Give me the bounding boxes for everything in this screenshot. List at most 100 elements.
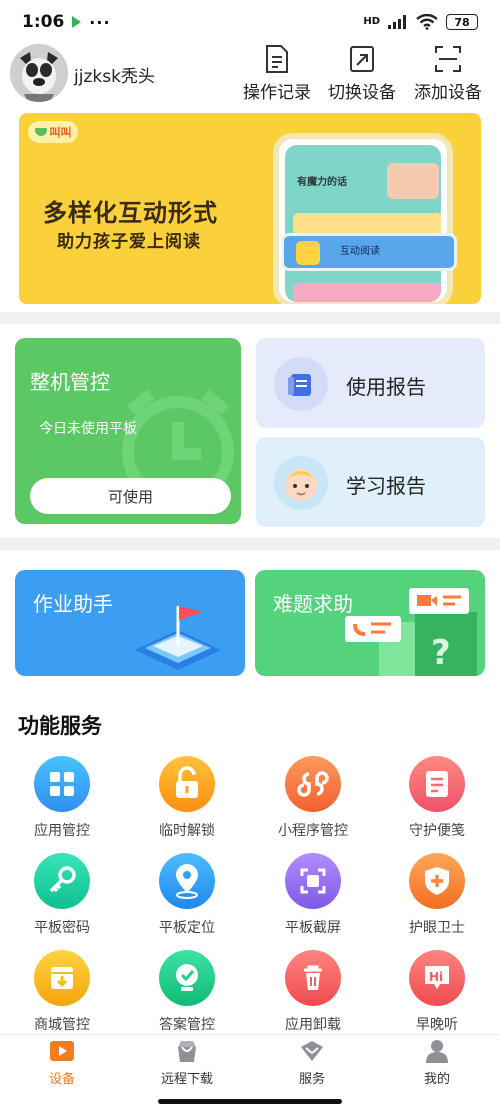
service-label: 平板截屏 — [285, 920, 341, 936]
switch-device-button[interactable]: 切换设备 — [323, 44, 401, 103]
status-time: 1:06 — [22, 12, 65, 32]
section-divider — [0, 312, 500, 324]
video-call-question-icon: ? — [345, 588, 477, 676]
service-tablet-location[interactable]: 平板定位 — [132, 853, 242, 937]
device-control-card[interactable]: 整机管控 今日未使用平板 可使用 — [15, 338, 241, 524]
service-label: 守护便笺 — [409, 823, 465, 839]
shield-plus-icon — [409, 853, 465, 909]
tab-label: 我的 — [423, 1072, 450, 1087]
store-download-icon — [34, 950, 90, 1006]
signal-icon — [388, 15, 406, 29]
phone-card-label: 互动阅读 — [340, 246, 380, 257]
operation-log-label: 操作记录 — [243, 83, 311, 103]
tab-remote-download[interactable]: 远程下载 — [137, 1039, 237, 1087]
phone-card-pink — [293, 283, 441, 302]
phone-screen: 有魔力的话 — [285, 145, 441, 302]
play-store-icon — [72, 16, 82, 28]
section-divider — [0, 538, 500, 550]
reading-card-icon — [296, 241, 320, 265]
service-store-control[interactable]: 商城管控 — [7, 950, 117, 1034]
service-label: 答案管控 — [159, 1017, 215, 1033]
service-app-uninstall[interactable]: 应用卸载 — [258, 950, 368, 1034]
story-thumbnail — [387, 163, 439, 199]
service-tablet-password[interactable]: 平板密码 — [7, 853, 117, 937]
phone-mockup: 有魔力的话 互动阅读 — [273, 133, 457, 304]
wifi-icon — [416, 14, 438, 30]
scan-icon — [435, 46, 461, 72]
unlock-icon — [159, 756, 215, 812]
app-grid-icon — [34, 756, 90, 812]
service-mini-program-control[interactable]: 小程序管控 — [258, 756, 368, 840]
app-screen: 1:06 ··· HD 78 jjzksk秃头 操作记录 切换设备 添加设备 叫… — [0, 0, 500, 1111]
study-report-card[interactable]: 学习报告 — [256, 437, 485, 527]
bottom-tab-bar: 设备 远程下载 服务 我的 — [0, 1034, 500, 1094]
promo-banner[interactable]: 叫叫 多样化互动形式 助力孩子爱上阅读 有魔力的话 互动阅读 — [19, 113, 481, 304]
homework-helper-card[interactable]: 作业助手 — [15, 570, 245, 676]
flag-platform-icon — [135, 606, 221, 670]
service-app-control[interactable]: 应用管控 — [7, 756, 117, 840]
problem-help-card[interactable]: 难题求助 ? — [255, 570, 485, 676]
home-indicator[interactable] — [158, 1099, 342, 1104]
service-label: 应用卸载 — [285, 1017, 341, 1033]
study-report-label: 学习报告 — [346, 474, 426, 498]
banner-subtitle: 助力孩子爱上阅读 — [57, 232, 201, 252]
tab-label: 设备 — [48, 1072, 75, 1087]
service-label: 平板定位 — [159, 920, 215, 936]
brand-logo: 叫叫 — [28, 121, 78, 143]
more-notifications-icon: ··· — [89, 12, 111, 32]
phone-card-yellow — [293, 213, 441, 235]
service-label: 商城管控 — [34, 1017, 90, 1033]
tab-device[interactable]: 设备 — [12, 1039, 112, 1087]
add-device-button[interactable]: 添加设备 — [409, 44, 487, 103]
problem-help-title: 难题求助 — [273, 592, 353, 616]
service-label: 小程序管控 — [278, 823, 348, 839]
device-control-title: 整机管控 — [30, 370, 110, 394]
service-label: 应用管控 — [34, 823, 90, 839]
usage-status-text: 今日未使用平板 — [39, 421, 137, 437]
tab-mine[interactable]: 我的 — [387, 1039, 487, 1087]
phone-card-interactive-reading: 互动阅读 — [281, 233, 457, 271]
phone-screen-title: 有魔力的话 — [297, 177, 347, 188]
service-temp-unlock[interactable]: 临时解锁 — [132, 756, 242, 840]
tab-label: 服务 — [298, 1072, 325, 1087]
switch-arrow-icon — [350, 46, 374, 72]
trash-icon — [285, 950, 341, 1006]
bag-tab-icon — [178, 1041, 196, 1062]
hd-label: HD — [363, 16, 380, 27]
device-tab-icon — [50, 1041, 74, 1061]
service-guard-note[interactable]: 守护便笺 — [382, 756, 492, 840]
banner-title: 多样化互动形式 — [43, 199, 218, 227]
status-bar: 1:06 ··· HD 78 — [0, 0, 500, 44]
allow-use-button[interactable]: 可使用 — [30, 478, 231, 514]
service-label: 护眼卫士 — [409, 920, 465, 936]
operation-log-button[interactable]: 操作记录 — [238, 44, 316, 103]
service-morning-evening-listen[interactable]: Hi 早晚听 — [382, 950, 492, 1034]
location-pin-icon — [159, 853, 215, 909]
person-tab-icon — [426, 1040, 448, 1063]
bowl-icon — [34, 128, 47, 136]
brand-logo-text: 叫叫 — [49, 126, 72, 139]
key-icon — [34, 853, 90, 909]
usage-report-label: 使用报告 — [346, 375, 426, 399]
usage-report-card[interactable]: 使用报告 — [256, 338, 485, 428]
user-avatar[interactable] — [10, 44, 68, 102]
service-tab-icon — [301, 1041, 323, 1061]
service-answer-control[interactable]: 答案管控 — [132, 950, 242, 1034]
report-doc-icon — [274, 357, 328, 411]
services-section-title: 功能服务 — [18, 714, 102, 738]
mini-program-icon — [285, 756, 341, 812]
service-tablet-screenshot[interactable]: 平板截屏 — [258, 853, 368, 937]
service-label: 临时解锁 — [159, 823, 215, 839]
switch-device-label: 切换设备 — [328, 83, 396, 103]
battery-indicator: 78 — [446, 14, 478, 30]
service-label: 早晚听 — [416, 1017, 458, 1033]
tab-label: 远程下载 — [160, 1072, 213, 1087]
service-eye-guard[interactable]: 护眼卫士 — [382, 853, 492, 937]
tab-service[interactable]: 服务 — [262, 1039, 362, 1087]
student-avatar-icon — [274, 456, 328, 510]
note-icon — [409, 756, 465, 812]
document-icon — [266, 45, 288, 73]
svg-text:?: ? — [431, 633, 451, 673]
status-indicators: HD 78 — [363, 14, 478, 30]
homework-helper-title: 作业助手 — [33, 592, 113, 616]
